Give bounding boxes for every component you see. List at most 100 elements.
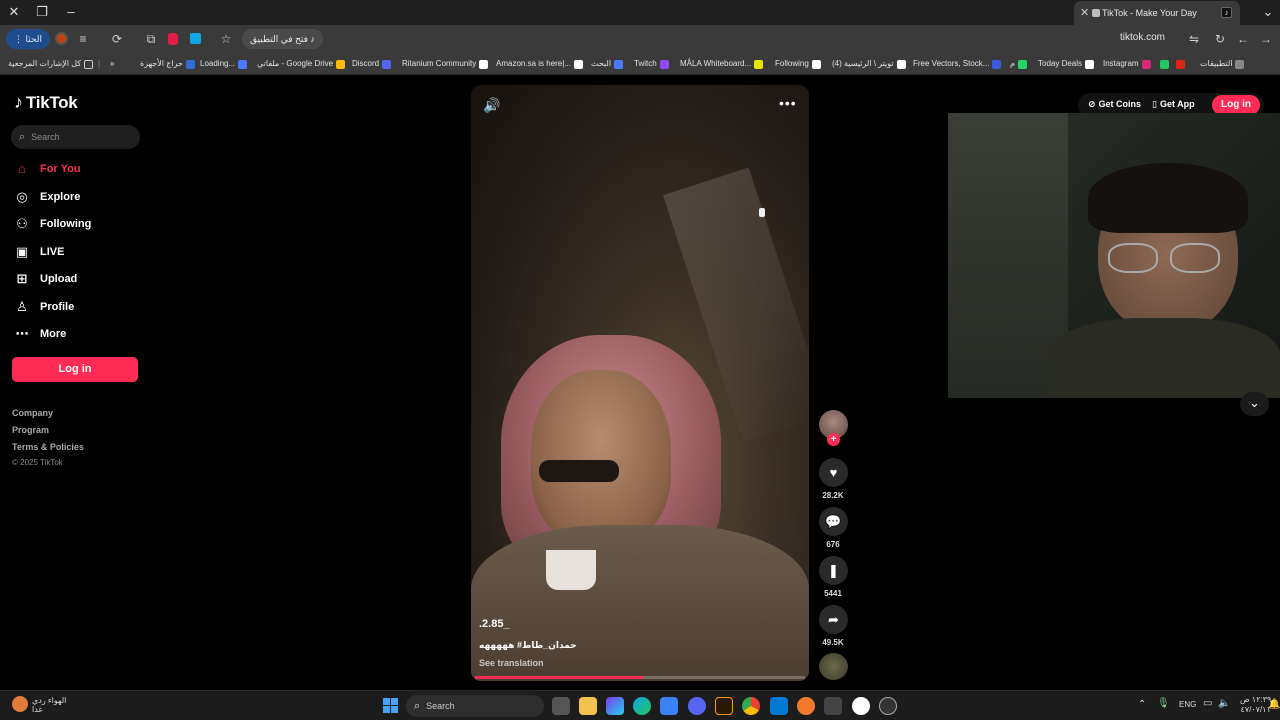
sidebar-item-more[interactable]: ⋯ More <box>14 323 67 345</box>
bookmark-item[interactable]: ملفاتي - Google Drive <box>257 57 346 71</box>
comment-button[interactable]: 💬 <box>819 507 848 536</box>
more-options-icon[interactable]: ••• <box>779 95 797 111</box>
taskbar-search-input[interactable]: Search <box>426 701 455 711</box>
extension-refresh-icon[interactable]: ⟳ <box>110 32 124 46</box>
app-power-icon[interactable] <box>879 697 897 715</box>
taskbar-search[interactable]: ⌕ Search <box>406 695 544 717</box>
bookmark-item[interactable]: البحث <box>591 57 624 71</box>
video-player[interactable]: 🔊 ••• .2.85_ حمدان_طاط# هههههه See trans… <box>471 85 809 681</box>
site-settings-icon[interactable]: ⇋ <box>1187 32 1201 46</box>
sidebar-item-live[interactable]: ▣ LIVE <box>14 241 65 263</box>
bookmark-item[interactable]: Loading... <box>200 57 248 71</box>
weather-widget[interactable]: الهواء ردي غدا <box>32 696 66 714</box>
bookmark-item[interactable]: التطبيقات <box>1200 57 1245 71</box>
search-box[interactable]: ⌕ Search <box>11 125 140 149</box>
edge-icon[interactable] <box>633 697 651 715</box>
bookmark-favicon-icon <box>1176 59 1185 69</box>
bookmark-item[interactable]: حراج الأجهزة <box>140 57 195 71</box>
app-circle-icon[interactable] <box>852 697 870 715</box>
weather-icon[interactable] <box>12 696 28 712</box>
sidebar-item-explore[interactable]: ◎ Explore <box>14 186 80 208</box>
footer-program-link[interactable]: Program <box>12 425 49 435</box>
bookmark-item[interactable]: Instagram <box>1103 57 1151 71</box>
restore-window-button[interactable]: ❐ <box>31 3 53 21</box>
like-button[interactable]: ♥ <box>819 458 848 487</box>
forward-arrow-icon[interactable]: → <box>1259 32 1273 46</box>
volume-icon[interactable]: 🔊 <box>483 97 500 114</box>
sidebar-item-following[interactable]: ⚇ Following <box>14 213 91 235</box>
see-translation-link[interactable]: See translation <box>479 658 544 668</box>
bookmark-item[interactable]: Ritanium Community <box>402 57 489 71</box>
display-icon[interactable]: ▭ <box>1203 698 1212 709</box>
reading-list-icon[interactable]: ≡ <box>76 32 90 46</box>
bookmark-item[interactable]: MÅLA Whiteboard... <box>680 57 764 71</box>
bookmark-item[interactable]: Twitch <box>634 57 669 71</box>
illustrator-icon[interactable] <box>715 697 733 715</box>
sidebar-item-for-you[interactable]: ⌂ For You <box>14 158 80 180</box>
profile-button[interactable]: ⋮ الحثا <box>6 29 51 49</box>
bookmark-item[interactable]: م <box>1010 57 1027 71</box>
tab-tiktok[interactable]: ✕ TikTok - Make Your Day ♪ <box>1074 1 1240 25</box>
tiktok-logo-text: TikTok <box>26 92 78 112</box>
bookmark-item[interactable]: Following <box>775 57 821 71</box>
extension-red-icon[interactable] <box>168 33 178 45</box>
bookmark-item[interactable] <box>1157 57 1169 71</box>
tray-overflow-icon[interactable]: ⌃ <box>1138 699 1146 710</box>
video-progress-track[interactable] <box>475 676 805 679</box>
outlook-icon[interactable] <box>770 697 788 715</box>
bookmark-item[interactable]: Free Vectors, Stock... <box>913 57 1002 71</box>
task-view-icon[interactable] <box>552 697 570 715</box>
minimize-window-button[interactable]: – <box>60 3 82 21</box>
microphone-icon[interactable]: 🎙 <box>1157 698 1170 709</box>
footer-company-link[interactable]: Company <box>12 408 53 418</box>
footer-terms-link[interactable]: Terms & Policies <box>12 442 84 452</box>
follow-plus-icon[interactable]: + <box>827 433 840 446</box>
sound-disc-icon[interactable] <box>819 653 848 680</box>
bookmark-item[interactable]: Today Deals <box>1038 57 1095 71</box>
bookmark-label: Amazon.sa is here|... <box>496 59 571 68</box>
close-window-button[interactable]: ✕ <box>3 3 25 21</box>
weather-line1: الهواء ردي <box>32 696 67 705</box>
discord-icon[interactable] <box>688 697 706 715</box>
calculator-icon[interactable] <box>824 697 842 715</box>
chrome-icon[interactable] <box>742 697 760 715</box>
extension-blue-icon[interactable] <box>190 33 201 44</box>
tab-search-button[interactable]: ⌄ <box>1257 3 1279 21</box>
share-button[interactable]: ➦ <box>819 605 848 634</box>
sidebar-item-upload[interactable]: ⊞ Upload <box>14 268 78 290</box>
get-coins-button[interactable]: ⊘ Get Coins <box>1088 99 1141 110</box>
bookmark-item[interactable] <box>1173 57 1185 71</box>
sidebar-login-button[interactable]: Log in <box>12 357 138 382</box>
open-in-app-button[interactable]: فتح في التطبيق ♪ <box>242 29 323 49</box>
tiktok-logo[interactable]: ♪ TikTok <box>14 92 78 113</box>
chevron-down-icon[interactable]: ⌄ <box>1240 392 1269 416</box>
header-login-button[interactable]: Log in <box>1212 95 1260 115</box>
close-tab-icon[interactable]: ✕ <box>1080 1 1089 25</box>
notification-bell-icon[interactable]: 🔔 <box>1268 699 1280 710</box>
bookmark-item[interactable]: Discord <box>352 57 392 71</box>
bookmark-item[interactable]: (4) تويتر \ الرئيسية <box>832 57 906 71</box>
video-hashtags[interactable]: حمدان_طاط# هههههه <box>479 640 577 651</box>
extensions-puzzle-icon[interactable]: ⧉ <box>144 32 158 46</box>
store-icon[interactable] <box>660 697 678 715</box>
address-url[interactable]: tiktok.com <box>1120 32 1165 43</box>
clock[interactable]: ١٢:٣٩ ص ٤٧/٠٧/١١ <box>1240 695 1271 715</box>
blender-icon[interactable] <box>797 697 815 715</box>
speaker-icon[interactable]: 🔈 <box>1218 698 1230 709</box>
webcam-glasses-right <box>1170 243 1220 273</box>
language-indicator[interactable]: ENG <box>1179 700 1196 709</box>
reload-icon[interactable]: ↻ <box>1213 32 1227 46</box>
save-button[interactable]: ❚ <box>819 556 848 585</box>
bookmark-icon: ❚ <box>828 563 839 578</box>
file-explorer-icon[interactable] <box>579 697 597 715</box>
sidebar-item-label: Profile <box>40 300 75 313</box>
back-arrow-icon[interactable]: ← <box>1236 32 1250 46</box>
get-app-button[interactable]: ▯ Get App <box>1152 99 1195 110</box>
extension-avatar-icon[interactable] <box>55 32 68 45</box>
sidebar-item-profile[interactable]: ♙ Profile <box>14 296 74 318</box>
windows-start-icon[interactable] <box>383 698 398 713</box>
bookmark-star-icon[interactable]: ☆ <box>219 32 233 46</box>
search-input[interactable]: Search <box>31 132 60 142</box>
bookmark-item[interactable]: Amazon.sa is here|... <box>496 57 583 71</box>
copilot-icon[interactable] <box>606 697 624 715</box>
